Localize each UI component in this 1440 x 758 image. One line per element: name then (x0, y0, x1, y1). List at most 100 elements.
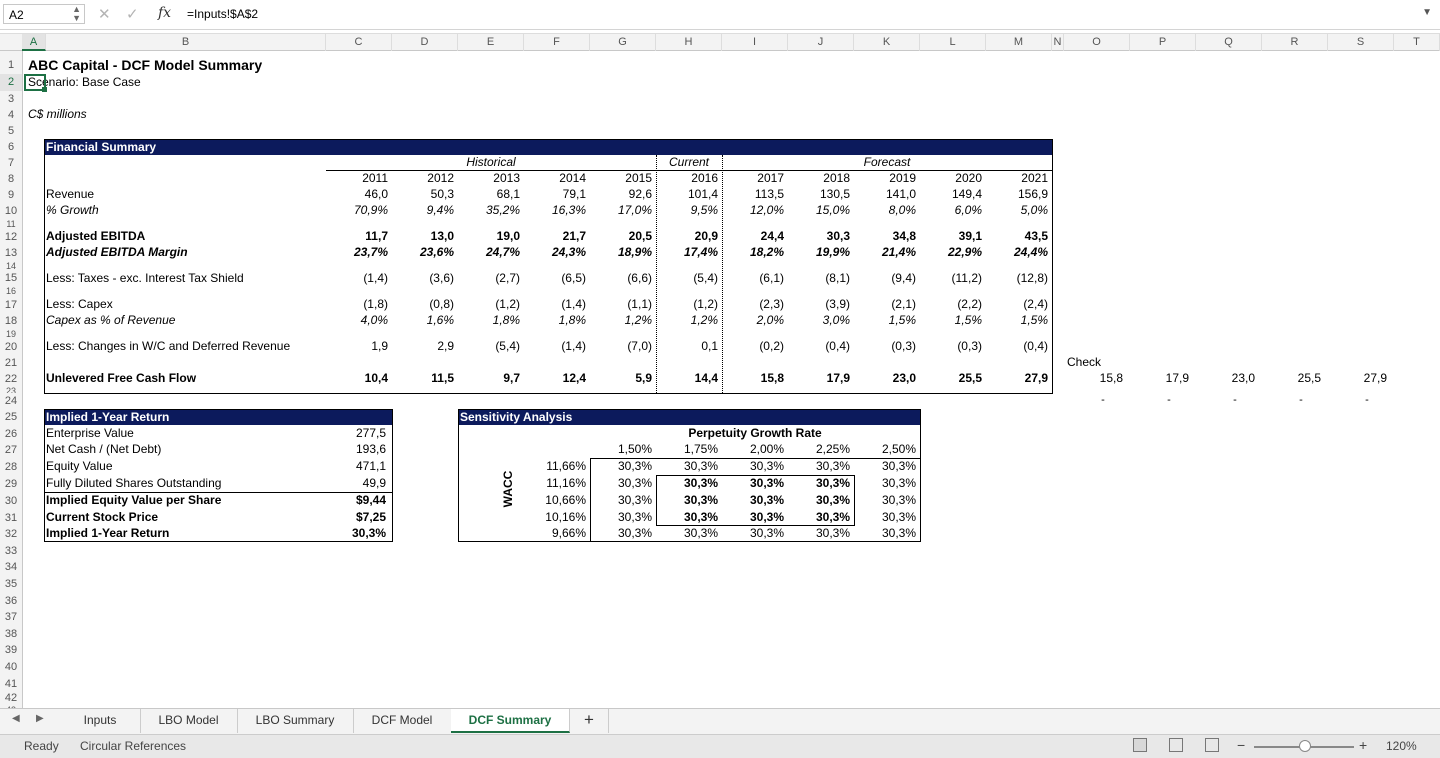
implied-return-value[interactable]: 30,3% (326, 526, 386, 540)
value-cell[interactable]: 1,5% (922, 313, 982, 327)
value-cell[interactable]: (3,9) (790, 297, 850, 311)
value-cell[interactable]: 20,9 (658, 229, 718, 243)
value-cell[interactable]: (0,4) (988, 339, 1048, 353)
value-cell[interactable]: 5,9 (592, 371, 652, 385)
wacc-value[interactable]: 11,66% (526, 459, 586, 473)
value-cell[interactable]: 24,7% (460, 245, 520, 259)
name-box-stepper-icon[interactable]: ▲ ▼ (72, 5, 81, 23)
value-cell[interactable]: (0,8) (394, 297, 454, 311)
row-header[interactable]: 13 (0, 245, 22, 261)
value-cell[interactable]: 6,0% (922, 203, 982, 217)
column-header[interactable]: F (524, 34, 590, 51)
row-label[interactable]: Less: Taxes - exc. Interest Tax Shield (46, 271, 316, 285)
value-cell[interactable]: 1,5% (988, 313, 1048, 327)
row-header[interactable]: 31 (0, 510, 22, 526)
row-header[interactable]: 22 (0, 371, 22, 387)
check-value[interactable]: 23,0 (1195, 371, 1255, 385)
zoom-in-button[interactable]: + (1359, 737, 1367, 753)
check-dash[interactable]: - (1347, 393, 1387, 407)
row-header[interactable]: 25 (0, 409, 22, 426)
value-cell[interactable]: 1,6% (394, 313, 454, 327)
value-cell[interactable]: 5,0% (988, 203, 1048, 217)
implied-return-value[interactable]: 471,1 (326, 459, 386, 473)
column-header[interactable]: S (1328, 34, 1394, 51)
row-header[interactable]: 20 (0, 339, 22, 355)
fill-handle[interactable] (42, 87, 47, 92)
column-header[interactable]: R (1262, 34, 1328, 51)
year-header[interactable]: 2018 (790, 171, 850, 185)
check-dash[interactable]: - (1083, 393, 1123, 407)
check-value[interactable]: 15,8 (1063, 371, 1123, 385)
status-circular-references[interactable]: Circular References (80, 739, 186, 753)
value-cell[interactable]: 156,9 (988, 187, 1048, 201)
value-cell[interactable]: 16,3% (526, 203, 586, 217)
row-header[interactable]: 8 (0, 171, 22, 187)
row-header[interactable]: 9 (0, 187, 22, 203)
implied-return-label[interactable]: Implied 1-Year Return (46, 526, 326, 540)
column-header[interactable]: I (722, 34, 788, 51)
value-cell[interactable]: 1,9 (328, 339, 388, 353)
value-cell[interactable]: 15,8 (724, 371, 784, 385)
value-cell[interactable]: (8,1) (790, 271, 850, 285)
row-header[interactable]: 2 (0, 74, 22, 91)
value-cell[interactable]: 35,2% (460, 203, 520, 217)
value-cell[interactable]: (12,8) (988, 271, 1048, 285)
value-cell[interactable]: 19,0 (460, 229, 520, 243)
prev-sheet-icon[interactable]: ◀ (12, 713, 20, 724)
column-header[interactable]: L (920, 34, 986, 51)
value-cell[interactable]: (0,2) (724, 339, 784, 353)
value-cell[interactable]: 92,6 (592, 187, 652, 201)
normal-view-icon[interactable] (1133, 738, 1147, 752)
year-header[interactable]: 2015 (592, 171, 652, 185)
year-header[interactable]: 2019 (856, 171, 916, 185)
cancel-icon[interactable]: ✕ (98, 5, 111, 23)
row-header[interactable]: 15 (0, 271, 22, 286)
value-cell[interactable]: 30,3 (790, 229, 850, 243)
value-cell[interactable]: (1,2) (460, 297, 520, 311)
value-cell[interactable]: 149,4 (922, 187, 982, 201)
row-label[interactable]: Unlevered Free Cash Flow (46, 371, 316, 385)
value-cell[interactable]: (5,4) (460, 339, 520, 353)
value-cell[interactable]: (0,3) (856, 339, 916, 353)
row-header[interactable]: 19 (0, 329, 22, 339)
row-header[interactable]: 10 (0, 203, 22, 219)
scenario-label[interactable]: Scenario: Base Case (28, 75, 328, 89)
row-header[interactable]: 32 (0, 526, 22, 543)
implied-return-value[interactable]: 193,6 (326, 442, 386, 456)
column-header[interactable]: T (1394, 34, 1440, 51)
value-cell[interactable]: 46,0 (328, 187, 388, 201)
implied-return-label[interactable]: Net Cash / (Net Debt) (46, 442, 326, 456)
row-label[interactable]: Adjusted EBITDA (46, 229, 316, 243)
value-cell[interactable]: (0,4) (790, 339, 850, 353)
implied-return-label[interactable]: Implied Equity Value per Share (46, 493, 326, 507)
check-dash[interactable]: - (1149, 393, 1189, 407)
value-cell[interactable]: (6,5) (526, 271, 586, 285)
value-cell[interactable]: (11,2) (922, 271, 982, 285)
confirm-icon[interactable]: ✓ (126, 5, 139, 23)
year-header[interactable]: 2011 (328, 171, 388, 185)
value-cell[interactable]: (6,1) (724, 271, 784, 285)
value-cell[interactable]: 17,4% (658, 245, 718, 259)
name-box[interactable]: A2 ▲ ▼ (3, 4, 85, 24)
tab-inputs[interactable]: Inputs (60, 709, 141, 733)
growth-rate-header[interactable]: 1,50% (592, 442, 652, 456)
value-cell[interactable]: 43,5 (988, 229, 1048, 243)
column-header[interactable]: D (392, 34, 458, 51)
column-header[interactable]: K (854, 34, 920, 51)
row-label[interactable]: % Growth (46, 203, 316, 217)
row-header[interactable]: 3 (0, 91, 22, 107)
year-header[interactable]: 2016 (658, 171, 718, 185)
value-cell[interactable]: 24,4 (724, 229, 784, 243)
value-cell[interactable]: 79,1 (526, 187, 586, 201)
value-cell[interactable]: 23,0 (856, 371, 916, 385)
value-cell[interactable]: 23,6% (394, 245, 454, 259)
wacc-value[interactable]: 11,16% (526, 476, 586, 490)
implied-return-label[interactable]: Enterprise Value (46, 426, 326, 440)
value-cell[interactable]: 13,0 (394, 229, 454, 243)
implied-return-value[interactable]: 277,5 (326, 426, 386, 440)
next-sheet-icon[interactable]: ▶ (36, 713, 44, 724)
value-cell[interactable]: (2,1) (856, 297, 916, 311)
units-label[interactable]: C$ millions (28, 107, 228, 121)
group-label-forecast[interactable]: Forecast (854, 155, 920, 169)
value-cell[interactable]: 8,0% (856, 203, 916, 217)
